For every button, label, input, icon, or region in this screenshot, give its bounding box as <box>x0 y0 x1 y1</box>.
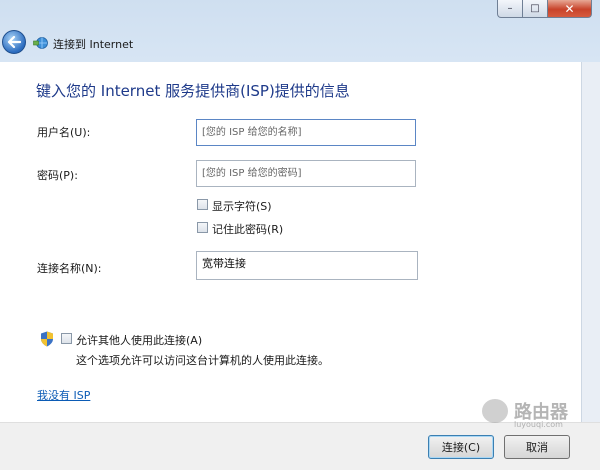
allow-others-label: 允许其他人使用此连接(A) <box>76 334 203 347</box>
allow-others-checkbox[interactable] <box>61 333 72 344</box>
connection-name-field[interactable]: 宽带连接 <box>196 251 418 280</box>
network-icon <box>33 37 48 49</box>
back-arrow-icon <box>7 36 21 48</box>
connect-window: – □ ✕ 连接到 Internet 键入您的 Internet 服务提供商(I… <box>0 0 600 470</box>
minimize-button[interactable]: – <box>497 0 523 18</box>
maximize-button[interactable]: □ <box>523 0 548 18</box>
content-panel: 键入您的 Internet 服务提供商(ISP)提供的信息 用户名(U): [您… <box>0 62 581 422</box>
no-isp-link[interactable]: 我没有 ISP <box>37 387 90 403</box>
username-label: 用户名(U): <box>37 126 91 139</box>
show-chars-checkbox[interactable] <box>197 199 208 210</box>
window-controls: – □ ✕ <box>497 0 592 18</box>
allow-others-description: 这个选项允许可以访问这台计算机的人使用此连接。 <box>76 354 329 367</box>
connection-name-label: 连接名称(N): <box>37 262 102 275</box>
cancel-button[interactable]: 取消 <box>504 435 570 459</box>
remember-password-checkbox[interactable] <box>197 222 208 233</box>
watermark: 路由器 luyouqi.com <box>482 398 568 429</box>
connect-button[interactable]: 连接(C) <box>428 435 494 459</box>
close-button[interactable]: ✕ <box>548 0 592 18</box>
page-title: 键入您的 Internet 服务提供商(ISP)提供的信息 <box>36 82 350 100</box>
side-strip <box>581 62 600 422</box>
nav-bar: 连接到 Internet <box>0 24 600 60</box>
uac-shield-icon <box>41 331 53 347</box>
window-title: 连接到 Internet <box>53 38 134 51</box>
username-field[interactable]: [您的 ISP 给您的名称] <box>196 119 416 146</box>
dialog-footer: 连接(C) 取消 <box>0 422 600 470</box>
remember-password-label: 记住此密码(R) <box>212 223 284 236</box>
watermark-subtext: luyouqi.com <box>514 420 563 429</box>
watermark-logo-icon <box>482 399 508 423</box>
back-button[interactable] <box>2 30 26 54</box>
password-label: 密码(P): <box>37 169 78 182</box>
password-field[interactable]: [您的 ISP 给您的密码] <box>196 160 416 187</box>
show-chars-label: 显示字符(S) <box>212 200 272 213</box>
